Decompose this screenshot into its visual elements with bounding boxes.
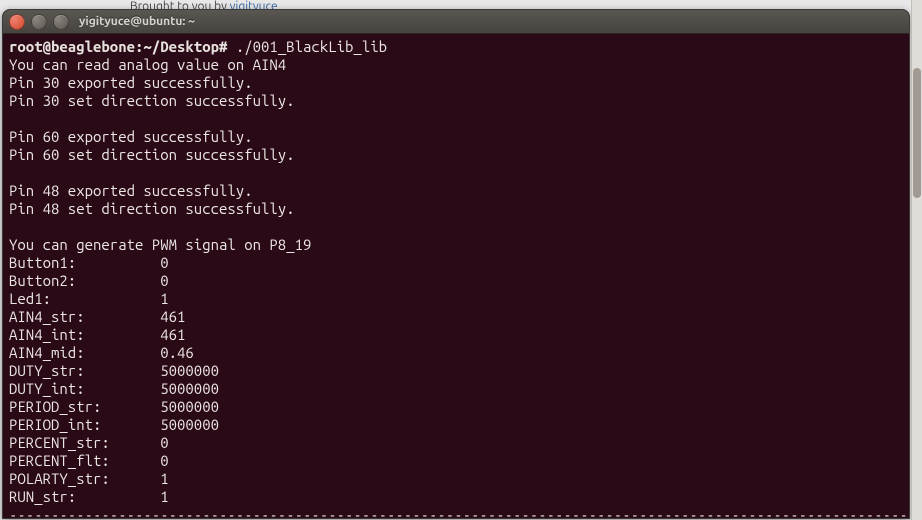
- output-line: Pin 60 set direction successfully.: [9, 146, 295, 163]
- output-line: Pin 48 set direction successfully.: [9, 200, 295, 217]
- kv-label: Led1:: [9, 290, 160, 308]
- kv-value: 1: [160, 290, 168, 307]
- kv-value: 0: [160, 452, 168, 469]
- kv-row: PERCENT_str:0: [9, 434, 169, 451]
- kv-row: DUTY_int:5000000: [9, 380, 219, 397]
- output-line: Pin 30 set direction successfully.: [9, 92, 295, 109]
- kv-value: 461: [160, 308, 185, 325]
- kv-row: AIN4_int:461: [9, 326, 185, 343]
- output-line: Pin 60 exported successfully.: [9, 128, 253, 145]
- kv-value: 0: [160, 272, 168, 289]
- kv-row: POLARTY_str:1: [9, 470, 169, 487]
- kv-label: AIN4_int:: [9, 326, 160, 344]
- kv-label: DUTY_int:: [9, 380, 160, 398]
- kv-value: 5000000: [160, 380, 219, 397]
- window-titlebar[interactable]: yigityuce@ubuntu: ~: [3, 10, 909, 34]
- kv-row: PERIOD_str:5000000: [9, 398, 219, 415]
- kv-row: DUTY_str:5000000: [9, 362, 219, 379]
- kv-value: 1: [160, 470, 168, 487]
- maximize-icon[interactable]: [53, 14, 69, 30]
- output-line: You can read analog value on AIN4: [9, 56, 286, 73]
- kv-label: Button2:: [9, 272, 160, 290]
- kv-value: 5000000: [160, 398, 219, 415]
- kv-label: POLARTY_str:: [9, 470, 160, 488]
- kv-value: 461: [160, 326, 185, 343]
- kv-label: AIN4_mid:: [9, 344, 160, 362]
- kv-value: 1: [160, 488, 168, 505]
- kv-label: PERCENT_flt:: [9, 452, 160, 470]
- kv-label: Button1:: [9, 254, 160, 272]
- shell-prompt: root@beaglebone:~/Desktop#: [9, 38, 227, 55]
- minimize-icon[interactable]: [31, 14, 47, 30]
- kv-label: PERIOD_str:: [9, 398, 160, 416]
- kv-value: 0: [160, 434, 168, 451]
- output-line: Pin 30 exported successfully.: [9, 74, 253, 91]
- output-line: Pin 48 exported successfully.: [9, 182, 253, 199]
- kv-row: PERIOD_int:5000000: [9, 416, 219, 433]
- page-scrollbar-thumb[interactable]: [913, 68, 921, 198]
- separator-line: ----------------------------------------…: [9, 506, 909, 518]
- kv-row: Led1:1: [9, 290, 169, 307]
- kv-label: DUTY_str:: [9, 362, 160, 380]
- kv-value: 5000000: [160, 362, 219, 379]
- kv-value: 0: [160, 254, 168, 271]
- kv-row: AIN4_str:461: [9, 308, 185, 325]
- kv-row: Button2:0: [9, 272, 169, 289]
- kv-label: PERCENT_str:: [9, 434, 160, 452]
- window-title: yigityuce@ubuntu: ~: [79, 15, 195, 28]
- kv-label: RUN_str:: [9, 488, 160, 506]
- kv-row: Button1:0: [9, 254, 169, 271]
- kv-value: 5000000: [160, 416, 219, 433]
- kv-row: RUN_str:1: [9, 488, 169, 505]
- kv-value: 0.46: [160, 344, 194, 361]
- terminal-window: yigityuce@ubuntu: ~ root@beaglebone:~/De…: [2, 9, 910, 519]
- output-line: You can generate PWM signal on P8_19: [9, 236, 311, 253]
- page-scrollbar-track[interactable]: [911, 0, 922, 520]
- kv-row: PERCENT_flt:0: [9, 452, 169, 469]
- close-icon[interactable]: [9, 14, 25, 30]
- terminal-body[interactable]: root@beaglebone:~/Desktop# ./001_BlackLi…: [3, 34, 909, 518]
- shell-command: ./001_BlackLib_lib: [236, 38, 387, 55]
- kv-label: PERIOD_int:: [9, 416, 160, 434]
- kv-label: AIN4_str:: [9, 308, 160, 326]
- kv-row: AIN4_mid:0.46: [9, 344, 194, 361]
